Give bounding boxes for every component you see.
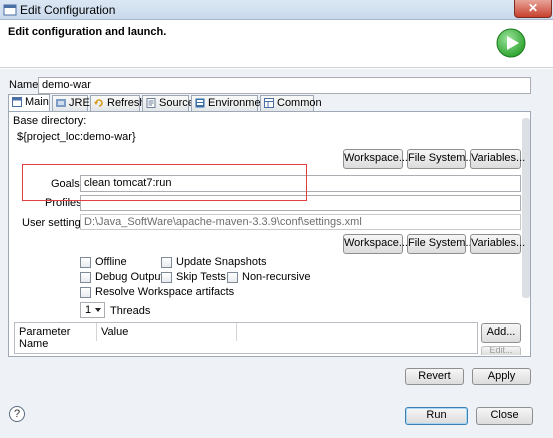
panel-scrollbar[interactable] (522, 118, 530, 298)
tab-refresh[interactable]: Refresh (90, 95, 146, 111)
base-directory-field[interactable]: ${project_loc:demo-war} (13, 129, 520, 145)
close-button[interactable]: Close (476, 407, 533, 425)
tab-common[interactable]: Common (260, 95, 322, 111)
parameters-table[interactable]: Parameter Name Value (14, 322, 478, 354)
threads-label: Threads (110, 305, 151, 317)
update-snapshots-label: Update Snapshots (176, 256, 267, 268)
debug-output-checkbox[interactable] (80, 272, 91, 283)
tab-environment[interactable]: Environment (191, 95, 270, 111)
base-filesystem-button[interactable]: File System... (407, 149, 475, 169)
help-icon[interactable]: ? (9, 406, 25, 422)
non-recursive-label: Non-recursive (242, 271, 311, 283)
update-snapshots-checkbox[interactable] (161, 257, 172, 268)
user-settings-field[interactable]: D:\Java_SoftWare\apache-maven-3.3.9\conf… (80, 214, 521, 230)
name-label: Name: (9, 79, 42, 91)
main-tab-icon (12, 97, 22, 107)
run-badge-icon (496, 28, 526, 58)
base-workspace-button[interactable]: Workspace... (343, 149, 408, 169)
base-variables-button[interactable]: Variables... (470, 149, 525, 169)
settings-variables-button[interactable]: Variables... (470, 234, 525, 254)
name-field[interactable]: demo-war (38, 77, 531, 94)
threads-select[interactable]: 1 (80, 302, 105, 318)
close-icon: ✕ (527, 1, 539, 15)
window-close-button[interactable]: ✕ (514, 0, 552, 18)
common-tab-icon (264, 98, 274, 108)
skip-tests-label: Skip Tests (176, 271, 226, 283)
environment-tab-icon (195, 98, 205, 108)
column-header-value[interactable]: Value (97, 323, 237, 341)
non-recursive-checkbox[interactable] (227, 272, 238, 283)
debug-output-label: Debug Output (95, 271, 164, 283)
tab-source-label: Source (159, 97, 194, 109)
tab-jre[interactable]: JRE (52, 95, 90, 111)
tab-refresh-label: Refresh (107, 97, 146, 109)
revert-button[interactable]: Revert (405, 368, 464, 385)
settings-workspace-button[interactable]: Workspace... (343, 234, 408, 254)
run-button[interactable]: Run (405, 407, 468, 425)
resolve-workspace-checkbox[interactable] (80, 287, 91, 298)
offline-label: Offline (95, 256, 127, 268)
dialog-header-title: Edit configuration and launch. (8, 26, 167, 38)
threads-value: 1 (85, 304, 92, 316)
add-parameter-button[interactable]: Add... (481, 323, 521, 343)
refresh-tab-icon (94, 99, 103, 107)
chevron-down-icon (95, 308, 101, 312)
tab-main-label: Main (25, 96, 49, 108)
skip-tests-checkbox[interactable] (161, 272, 172, 283)
settings-filesystem-button[interactable]: File System... (407, 234, 475, 254)
goals-highlight-box (22, 164, 307, 201)
source-tab-icon (146, 98, 156, 108)
tab-jre-label: JRE (69, 97, 90, 109)
base-directory-label: Base directory: (13, 115, 87, 127)
title-bar: Edit Configuration ✕ (0, 0, 553, 20)
eclipse-app-icon (3, 4, 17, 16)
tab-source[interactable]: Source (142, 95, 194, 111)
offline-checkbox[interactable] (80, 257, 91, 268)
apply-button[interactable]: Apply (472, 368, 531, 385)
column-header-parameter-name[interactable]: Parameter Name (15, 323, 97, 350)
tab-common-label: Common (277, 97, 322, 109)
jre-tab-icon (56, 99, 66, 107)
window-title: Edit Configuration (20, 3, 116, 17)
resolve-workspace-label: Resolve Workspace artifacts (95, 286, 235, 298)
edit-parameter-button[interactable]: Edit... (481, 346, 521, 355)
tab-main[interactable]: Main (8, 94, 50, 111)
dialog-header: Edit configuration and launch. (0, 20, 553, 68)
